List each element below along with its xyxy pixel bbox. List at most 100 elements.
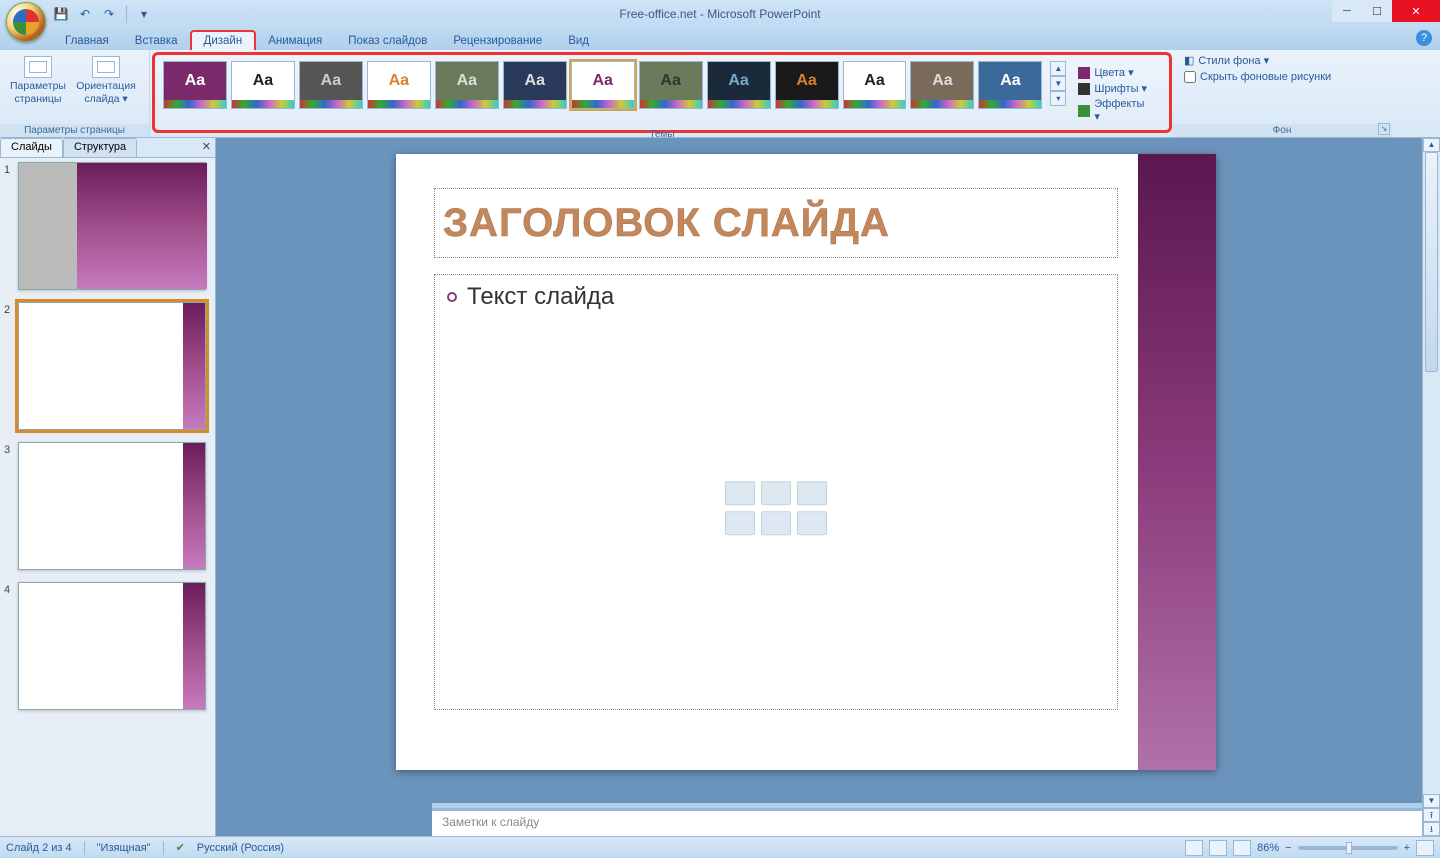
fonts-icon (1078, 83, 1090, 95)
qat-customize-icon[interactable]: ▾ (135, 5, 153, 23)
vertical-scrollbar[interactable]: ▲ ▼ ⭱ ⭳ (1422, 138, 1440, 836)
background-styles-label: Стили фона ▾ (1198, 54, 1269, 67)
page-setup-label: Параметры страницы (10, 80, 66, 105)
panel-tab-outline[interactable]: Структура (63, 138, 137, 157)
notes-placeholder-text: Заметки к слайду (442, 815, 539, 829)
scroll-down-button[interactable]: ▼ (1423, 794, 1440, 808)
slide-thumbnail[interactable] (18, 302, 206, 430)
notes-pane[interactable]: Заметки к слайду (432, 808, 1422, 836)
insert-clipart-icon[interactable] (761, 511, 791, 535)
insert-chart-icon[interactable] (761, 481, 791, 505)
orientation-icon (92, 56, 120, 78)
hide-background-checkbox[interactable]: Скрыть фоновые рисунки (1184, 71, 1380, 83)
insert-smartart-icon[interactable] (797, 481, 827, 505)
view-normal-button[interactable] (1185, 840, 1203, 856)
zoom-knob[interactable] (1346, 842, 1352, 854)
theme-thumb[interactable]: Aa (843, 61, 907, 109)
ribbon-tabs: Главная Вставка Дизайн Анимация Показ сл… (0, 28, 1440, 50)
quick-access-toolbar: 💾 ↶ ↷ ▾ (52, 5, 153, 23)
scroll-thumb[interactable] (1425, 152, 1438, 372)
work-area: Слайды Структура ✕ 1234 ЗАГОЛОВОК СЛАЙДА… (0, 138, 1440, 836)
tab-view[interactable]: Вид (555, 31, 602, 50)
minimize-button[interactable]: ─ (1332, 0, 1362, 22)
body-placeholder[interactable]: Текст слайда (434, 274, 1118, 710)
thumb-row: 1 (4, 162, 211, 290)
theme-thumb[interactable]: Aa (978, 61, 1042, 109)
insert-picture-icon[interactable] (725, 511, 755, 535)
theme-effects-button[interactable]: Эффекты ▾ (1076, 97, 1155, 124)
slide-thumbnail[interactable] (18, 582, 206, 710)
undo-icon[interactable]: ↶ (76, 5, 94, 23)
theme-thumb[interactable]: Aa (299, 61, 363, 109)
theme-thumb[interactable]: Aa (910, 61, 974, 109)
status-sep (163, 841, 164, 855)
tab-design[interactable]: Дизайн (191, 31, 256, 50)
hide-bg-input[interactable] (1184, 71, 1196, 83)
group-page-setup: Параметры страницы Ориентация слайда ▾ П… (0, 50, 150, 137)
insert-media-icon[interactable] (797, 511, 827, 535)
view-sorter-button[interactable] (1209, 840, 1227, 856)
view-slideshow-button[interactable] (1233, 840, 1251, 856)
themes-scroll-button[interactable]: ▼ (1050, 76, 1066, 91)
theme-colors-button[interactable]: Цвета ▾ (1076, 65, 1155, 80)
content-placeholder-icons[interactable] (725, 481, 827, 535)
zoom-slider[interactable] (1298, 846, 1398, 850)
panel-tabs: Слайды Структура ✕ (0, 138, 215, 158)
office-button[interactable] (6, 2, 46, 42)
title-placeholder[interactable]: ЗАГОЛОВОК СЛАЙДА (434, 188, 1118, 258)
tab-review[interactable]: Рецензирование (440, 31, 555, 50)
body-text: Текст слайда (467, 283, 614, 311)
orientation-label: Ориентация слайда ▾ (76, 80, 136, 105)
close-button[interactable]: ✕ (1392, 0, 1440, 22)
help-icon[interactable]: ? (1416, 30, 1432, 46)
ribbon: Параметры страницы Ориентация слайда ▾ П… (0, 50, 1440, 138)
slide-canvas[interactable]: ЗАГОЛОВОК СЛАЙДА Текст слайда (396, 154, 1216, 770)
maximize-button[interactable]: ☐ (1362, 0, 1392, 22)
page-setup-icon (24, 56, 52, 78)
spellcheck-icon[interactable]: ✔ (176, 841, 185, 854)
panel-tab-slides[interactable]: Слайды (0, 138, 63, 157)
theme-thumb[interactable]: Aa (231, 61, 295, 109)
zoom-in-button[interactable]: + (1404, 842, 1410, 854)
theme-thumb[interactable]: Aa (639, 61, 703, 109)
scroll-up-button[interactable]: ▲ (1423, 138, 1440, 152)
theme-thumb[interactable]: Aa (571, 61, 635, 109)
next-slide-button[interactable]: ⭳ (1423, 822, 1440, 836)
status-right: 86% − + (1185, 840, 1434, 856)
background-dialog-launcher[interactable]: ↘ (1378, 123, 1390, 135)
theme-thumb[interactable]: Aa (707, 61, 771, 109)
save-icon[interactable]: 💾 (52, 5, 70, 23)
themes-scroll-button[interactable]: ▲ (1050, 61, 1066, 76)
theme-thumb[interactable]: Aa (163, 61, 227, 109)
slide-thumbnail[interactable] (18, 442, 206, 570)
redo-icon[interactable]: ↷ (100, 5, 118, 23)
theme-thumb[interactable]: Aa (435, 61, 499, 109)
theme-thumb[interactable]: Aa (775, 61, 839, 109)
theme-fonts-button[interactable]: Шрифты ▾ (1076, 81, 1155, 96)
background-styles-button[interactable]: ◧ Стили фона ▾ (1184, 54, 1380, 67)
themes-more-button[interactable]: ▾ (1050, 91, 1066, 106)
thumb-number: 2 (4, 302, 14, 316)
status-slide-number: Слайд 2 из 4 (6, 842, 72, 854)
zoom-out-button[interactable]: − (1285, 842, 1291, 854)
effects-icon (1078, 105, 1090, 117)
themes-highlight-box: AaAaAaAaAaAaAaAaAaAaAaAaAa▲▼▾Цвета ▾Шриф… (152, 52, 1172, 133)
tab-home[interactable]: Главная (52, 31, 122, 50)
status-language[interactable]: Русский (Россия) (197, 842, 284, 854)
fit-to-window-button[interactable] (1416, 840, 1434, 856)
tab-animation[interactable]: Анимация (255, 31, 335, 50)
hide-bg-label: Скрыть фоновые рисунки (1200, 71, 1331, 83)
zoom-percent[interactable]: 86% (1257, 842, 1279, 854)
theme-thumb[interactable]: Aa (503, 61, 567, 109)
title-text: ЗАГОЛОВОК СЛАЙДА (443, 201, 890, 246)
prev-slide-button[interactable]: ⭱ (1423, 808, 1440, 822)
slide-thumbnail[interactable] (18, 162, 206, 290)
thumb-row: 2 (4, 302, 211, 430)
theme-thumb[interactable]: Aa (367, 61, 431, 109)
panel-close-icon[interactable]: ✕ (202, 140, 211, 153)
tab-insert[interactable]: Вставка (122, 31, 191, 50)
window-buttons: ─ ☐ ✕ (1332, 0, 1440, 22)
tab-slideshow[interactable]: Показ слайдов (335, 31, 440, 50)
thumb-row: 3 (4, 442, 211, 570)
insert-table-icon[interactable] (725, 481, 755, 505)
